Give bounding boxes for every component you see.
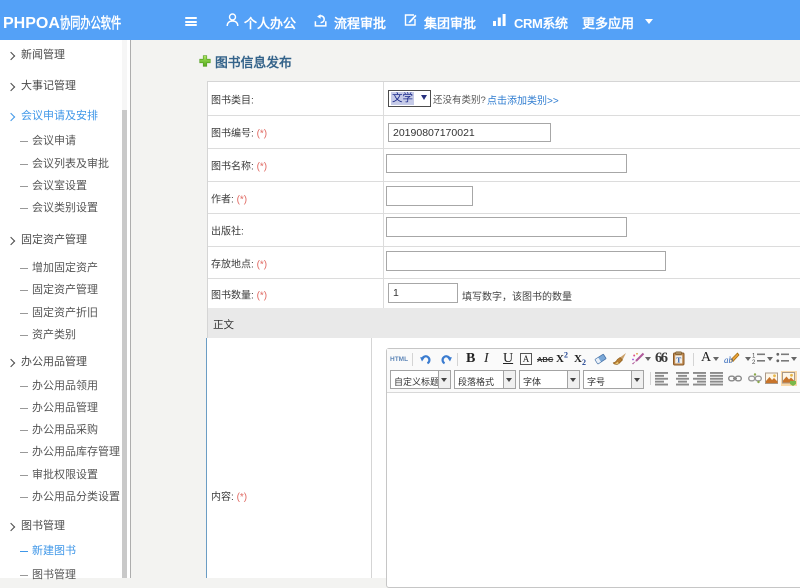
svg-text:T: T xyxy=(676,356,681,365)
svg-text:2: 2 xyxy=(752,360,756,365)
svg-text:ab: ab xyxy=(724,355,734,365)
svg-text:1: 1 xyxy=(752,354,756,360)
